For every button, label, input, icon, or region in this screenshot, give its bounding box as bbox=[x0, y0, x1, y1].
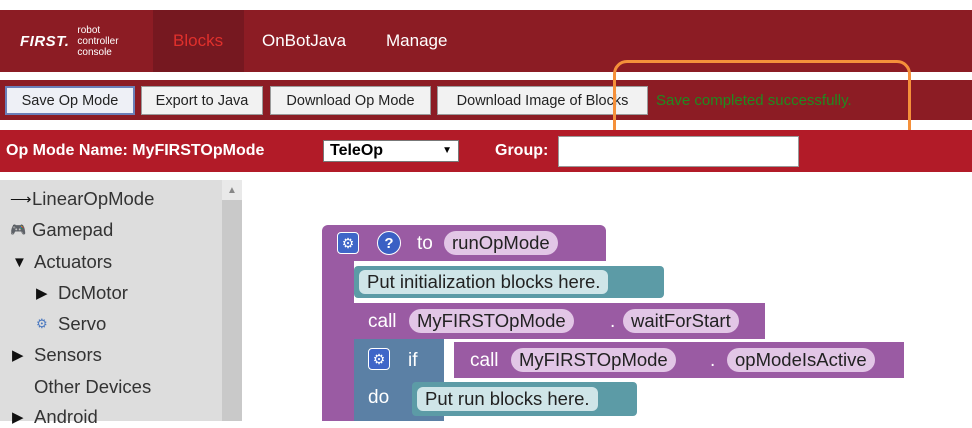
logo-wordmark: FIRST. bbox=[20, 32, 70, 50]
method-name-field[interactable]: opModeIsActive bbox=[727, 348, 875, 372]
toolbox-item-label: Servo bbox=[58, 313, 107, 334]
toolbox-item-gamepad[interactable]: 🎮 Gamepad bbox=[10, 219, 113, 241]
toolbox-item-dcmotor[interactable]: ▶ DcMotor bbox=[36, 282, 128, 304]
blocks-workspace[interactable]: ⚙ ? to runOpMode Put initialization bloc… bbox=[242, 180, 972, 421]
do-keyword: do bbox=[368, 387, 390, 408]
op-mode-type-value: TeleOp bbox=[330, 142, 384, 159]
init-comment-text[interactable]: Put initialization blocks here. bbox=[359, 270, 609, 294]
toolbox-item-linearopmode[interactable]: ⟶ LinearOpMode bbox=[10, 188, 154, 210]
toolbox-item-label: Android bbox=[34, 406, 98, 427]
scroll-up-icon[interactable]: ▲ bbox=[222, 180, 242, 200]
group-label: Group: bbox=[495, 142, 549, 159]
gear-icon[interactable]: ⚙ bbox=[368, 348, 390, 370]
tab-onbotjava[interactable]: OnBotJava bbox=[242, 10, 366, 72]
save-op-mode-button[interactable]: Save Op Mode bbox=[5, 86, 135, 115]
procedure-block-body bbox=[322, 261, 354, 421]
gamepad-icon: 🎮 bbox=[10, 222, 27, 237]
toolbox-item-label: Other Devices bbox=[34, 376, 152, 397]
op-mode-bar: Op Mode Name: MyFIRSTOpMode TeleOp ▼ Gro… bbox=[0, 130, 972, 172]
toolbox-item-servo[interactable]: ⚙ Servo bbox=[36, 313, 106, 335]
dot-separator: . bbox=[610, 311, 616, 332]
group-input[interactable] bbox=[558, 136, 799, 167]
dot-separator: . bbox=[710, 350, 716, 371]
to-keyword: to bbox=[417, 233, 433, 254]
help-icon[interactable]: ? bbox=[377, 231, 401, 255]
toolbox-item-sensors[interactable]: ▶ Sensors bbox=[12, 344, 102, 366]
tab-blocks[interactable]: Blocks bbox=[153, 10, 244, 72]
logo-subtitle-line: robot bbox=[77, 24, 101, 36]
init-comment-block[interactable]: Put initialization blocks here. bbox=[354, 266, 664, 298]
toolbox-item-actuators[interactable]: ▼ Actuators bbox=[12, 251, 112, 273]
chevron-down-icon: ▼ bbox=[442, 145, 452, 156]
op-mode-name-label: Op Mode Name: MyFIRSTOpMode bbox=[6, 142, 265, 159]
caret-right-icon: ▶ bbox=[12, 409, 24, 426]
caret-right-icon: ▶ bbox=[36, 285, 48, 302]
caret-right-icon: ▶ bbox=[12, 347, 24, 364]
object-name-field[interactable]: MyFIRSTOpMode bbox=[409, 309, 574, 333]
first-logo: FIRST. robot controller console bbox=[20, 24, 119, 58]
toolbox-item-label: Actuators bbox=[34, 251, 113, 272]
object-name-field[interactable]: MyFIRSTOpMode bbox=[511, 348, 676, 372]
download-op-mode-button[interactable]: Download Op Mode bbox=[270, 86, 431, 115]
call-keyword: call bbox=[470, 350, 499, 371]
toolbox-scrollbar[interactable]: ▲ bbox=[222, 180, 242, 421]
toolbox-item-android[interactable]: ▶ Android bbox=[12, 406, 98, 428]
toolbox-item-label: DcMotor bbox=[58, 282, 128, 303]
servo-icon: ⚙ bbox=[36, 316, 48, 331]
function-name-field[interactable]: runOpMode bbox=[444, 231, 558, 255]
call-keyword: call bbox=[368, 311, 397, 332]
run-comment-text[interactable]: Put run blocks here. bbox=[417, 387, 598, 411]
if-keyword: if bbox=[408, 350, 418, 371]
gear-icon[interactable]: ⚙ bbox=[337, 232, 359, 254]
caret-down-icon: ▼ bbox=[12, 253, 27, 271]
tab-manage[interactable]: Manage bbox=[366, 10, 467, 72]
logo-subtitle-line: controller bbox=[77, 35, 119, 47]
arrow-right-icon: ⟶ bbox=[10, 191, 32, 208]
logo-subtitle-line: console bbox=[77, 46, 112, 58]
export-to-java-button[interactable]: Export to Java bbox=[141, 86, 263, 115]
op-mode-type-select[interactable]: TeleOp ▼ bbox=[323, 140, 459, 162]
call-waitforstart-block[interactable]: call MyFIRSTOpMode . waitForStart bbox=[354, 303, 765, 339]
procedure-block-runopmode[interactable]: ⚙ ? to runOpMode bbox=[322, 225, 606, 261]
top-strip bbox=[0, 0, 972, 10]
method-name-field[interactable]: waitForStart bbox=[623, 309, 739, 333]
toolbox-item-label: Sensors bbox=[34, 344, 102, 365]
toolbox-item-other-devices[interactable]: Other Devices bbox=[12, 376, 151, 398]
run-comment-block[interactable]: Put run blocks here. bbox=[412, 382, 637, 416]
call-opmodeisactive-block[interactable]: call MyFIRSTOpMode . opModeIsActive bbox=[454, 342, 904, 378]
toolbox-item-label: Gamepad bbox=[32, 219, 114, 240]
blocks-toolbox: ⟶ LinearOpMode 🎮 Gamepad ▼ Actuators ▶ D… bbox=[0, 180, 222, 427]
logo-subtitle: robot controller console bbox=[77, 25, 118, 58]
toolbox-item-label: LinearOpMode bbox=[32, 188, 155, 209]
